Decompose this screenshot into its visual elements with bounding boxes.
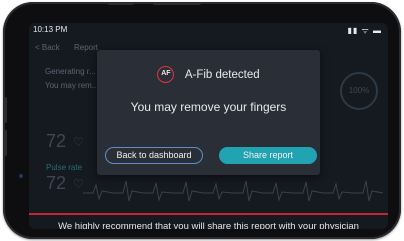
side-button-lower (4, 130, 7, 156)
report-tab: Report (74, 43, 99, 52)
heart-rate-value-2: 72 (46, 173, 67, 193)
progress-ring: 100% (340, 72, 378, 110)
volume-up-button (108, 2, 134, 5)
afib-alert-dialog: AF A-Fib detected You may remove your fi… (97, 50, 320, 175)
status-icons: ▮▮ ᯤ ▬ (347, 26, 382, 35)
ecg-waveform (83, 180, 383, 202)
screen: 10:13 PM ▮▮ ᯤ ▬ < Back Report Generating… (29, 23, 388, 229)
status-bar: 10:13 PM ▮▮ ᯤ ▬ (29, 23, 388, 37)
status-time: 10:13 PM (33, 25, 68, 34)
pulse-rate-label: Pulse rate (46, 163, 83, 172)
alert-divider (29, 213, 388, 215)
back-link[interactable]: < Back (35, 43, 60, 52)
front-camera (19, 174, 23, 178)
generating-text: Generating r... (45, 67, 96, 76)
share-report-button[interactable]: Share report (219, 147, 317, 164)
progress-ring-label: 100% (348, 86, 370, 95)
side-button-upper (4, 97, 7, 123)
back-to-dashboard-button[interactable]: Back to dashboard (105, 147, 203, 164)
volume-down-button (153, 2, 201, 5)
heart-icon: ♡ (73, 135, 84, 149)
may-remove-text: You may rem... (45, 81, 99, 90)
dialog-title: A-Fib detected (184, 68, 260, 81)
recommendation-message: We highly recommend that you will share … (58, 221, 359, 229)
phone-frame: 10:13 PM ▮▮ ᯤ ▬ < Back Report Generating… (3, 2, 401, 239)
dialog-header: AF A-Fib detected (97, 66, 320, 84)
heart-rate-value-1: 72 (46, 131, 67, 151)
dialog-subtitle: You may remove your fingers (130, 100, 287, 114)
af-badge-icon: AF (157, 66, 175, 84)
